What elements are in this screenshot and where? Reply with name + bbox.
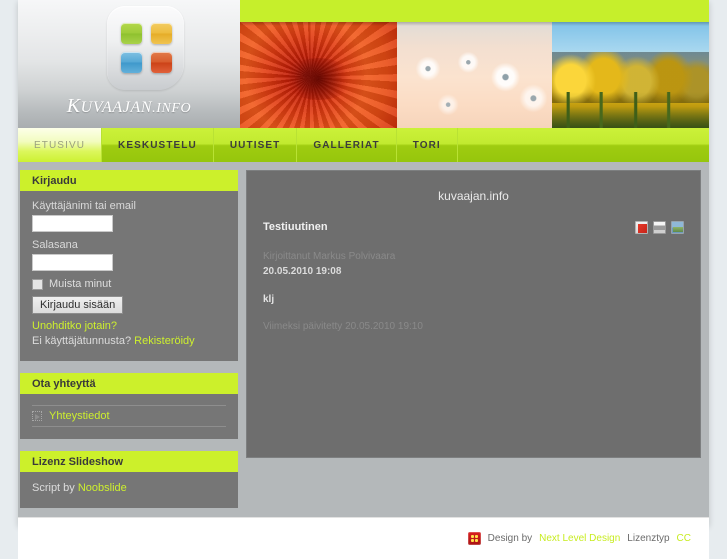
page-container: KUVAAJAN.INFO ETUSIVU KESKUSTELU UUTISET… xyxy=(18,0,709,559)
nav-item-tori[interactable]: TORI xyxy=(397,128,458,162)
red-chrysanthemum-photo xyxy=(240,22,397,128)
design-by-label: Design by xyxy=(487,533,533,544)
list-item[interactable]: Yhteystiedot xyxy=(32,405,226,427)
dice-logo-icon xyxy=(467,532,481,545)
article-body: klj xyxy=(263,294,275,305)
nav-label: GALLERIAT xyxy=(313,139,380,151)
slideshow-module: Lizenz Slideshow Script by Noobslide xyxy=(20,451,238,508)
pdf-icon[interactable] xyxy=(635,221,648,234)
contact-module: Ota yhteyttä Yhteystiedot xyxy=(20,373,238,439)
forgot-line: Unohditko jotain? xyxy=(32,319,226,334)
article-title: Testiuutinen xyxy=(263,221,328,233)
main-content: kuvaajan.info Testiuutinen Kirjoittanut … xyxy=(246,170,701,458)
nav-item-uutiset[interactable]: UUTISET xyxy=(214,128,298,162)
nav-label: UUTISET xyxy=(229,139,281,151)
next-level-design-link[interactable]: Next Level Design xyxy=(539,533,620,544)
contact-module-body: Yhteystiedot xyxy=(20,394,238,439)
green-square-icon xyxy=(121,23,142,44)
arrow-bullet-icon xyxy=(32,411,42,421)
license-label: Lizenztyp xyxy=(627,533,670,544)
email-icon[interactable] xyxy=(671,221,684,234)
register-link[interactable]: Rekisteröidy xyxy=(134,335,195,347)
article-header: Testiuutinen xyxy=(263,221,684,234)
orange-square-icon xyxy=(151,23,172,44)
slideshow-module-title: Lizenz Slideshow xyxy=(20,451,238,472)
username-label: Käyttäjänimi tai email xyxy=(32,200,136,212)
nav-item-etusivu[interactable]: ETUSIVU xyxy=(18,128,103,162)
article-updated: Viimeksi päivitetty 20.05.2010 19:10 xyxy=(263,321,423,332)
login-module: Kirjaudu Käyttäjänimi tai email Salasana… xyxy=(20,170,238,361)
logo-text-suffix: .INFO xyxy=(152,101,192,116)
username-input[interactable] xyxy=(32,215,113,232)
red-square-icon xyxy=(151,52,172,73)
nav-label: KESKUSTELU xyxy=(118,139,197,151)
logo-panel[interactable]: KUVAAJAN.INFO xyxy=(18,0,240,128)
contact-module-title: Ota yhteyttä xyxy=(20,373,238,394)
site-logo-icon[interactable] xyxy=(107,6,184,90)
blue-square-icon xyxy=(121,52,142,73)
article-tool-icons xyxy=(635,221,684,234)
remember-me-row[interactable]: Muista minut xyxy=(32,278,226,290)
nav-label: TORI xyxy=(412,139,441,151)
page-title: kuvaajan.info xyxy=(438,189,509,203)
password-input[interactable] xyxy=(32,254,113,271)
login-module-title: Kirjaudu xyxy=(20,170,238,191)
license-link[interactable]: CC xyxy=(677,533,691,544)
logo-text-cap: K xyxy=(66,95,81,117)
forgot-password-link[interactable]: Unohditko jotain? xyxy=(32,320,117,332)
site-logo-text: KUVAAJAN.INFO xyxy=(18,95,240,118)
remember-me-label: Muista minut xyxy=(49,278,112,290)
site-footer: Design by Next Level Design Lizenztyp CC xyxy=(18,517,709,559)
article-date: 20.05.2010 19:08 xyxy=(263,266,342,277)
main-navigation: ETUSIVU KESKUSTELU UUTISET GALLERIAT TOR… xyxy=(18,128,709,162)
article-author: Kirjoittanut Markus Polvivaara xyxy=(263,251,396,262)
print-icon[interactable] xyxy=(653,221,666,234)
logo-text-rest: UVAAJAN xyxy=(80,99,153,116)
nav-filler xyxy=(458,128,709,162)
pale-daisies-photo xyxy=(397,22,552,128)
yellow-tulips-photo xyxy=(552,22,709,128)
script-credit-prefix: Script by xyxy=(32,482,75,494)
contact-info-link[interactable]: Yhteystiedot xyxy=(49,410,110,422)
site-header: KUVAAJAN.INFO xyxy=(18,0,709,128)
register-prefix: Ei käyttäjätunnusta? xyxy=(32,335,132,347)
noobslide-link[interactable]: Noobslide xyxy=(78,482,127,494)
contact-list: Yhteystiedot xyxy=(32,405,226,427)
login-submit-button[interactable]: Kirjaudu sisään xyxy=(32,296,124,314)
remember-me-checkbox[interactable] xyxy=(32,278,43,290)
nav-item-keskustelu[interactable]: KESKUSTELU xyxy=(102,128,214,162)
password-label: Salasana xyxy=(32,239,78,251)
banner-slideshow[interactable] xyxy=(240,22,709,128)
header-banner xyxy=(240,0,709,128)
sidebar: Kirjaudu Käyttäjänimi tai email Salasana… xyxy=(20,170,238,520)
nav-item-galleriat[interactable]: GALLERIAT xyxy=(297,128,397,162)
content-shell: Kirjaudu Käyttäjänimi tai email Salasana… xyxy=(18,162,709,508)
login-module-body: Käyttäjänimi tai email Salasana Muista m… xyxy=(20,191,238,361)
register-line: Ei käyttäjätunnusta? Rekisteröidy xyxy=(32,334,226,349)
slideshow-module-body: Script by Noobslide xyxy=(20,472,238,508)
nav-label: ETUSIVU xyxy=(34,139,86,151)
